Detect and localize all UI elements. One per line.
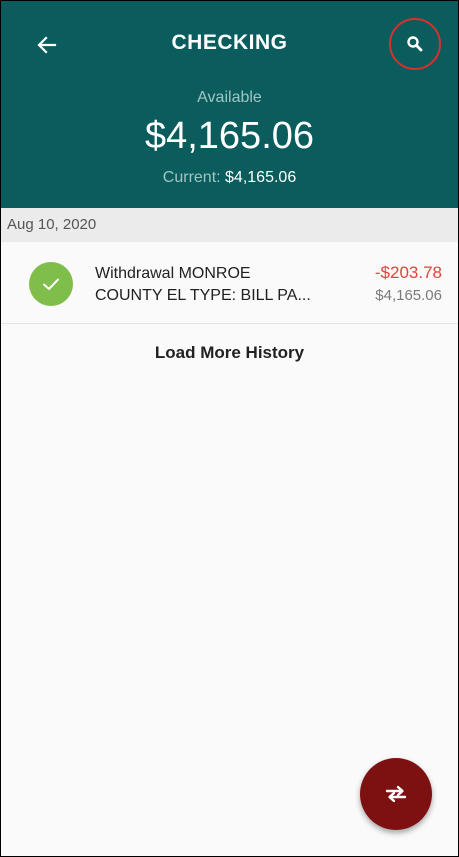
check-icon (43, 278, 59, 290)
transaction-row[interactable]: Withdrawal MONROE COUNTY EL TYPE: BILL P… (1, 242, 458, 324)
transaction-running-balance: $4,165.06 (375, 287, 442, 304)
current-label: Current: (162, 169, 226, 186)
search-button[interactable] (389, 18, 441, 70)
status-badge (29, 262, 73, 306)
current-balance-line: Current: $4,165.06 (1, 169, 458, 187)
search-icon (407, 36, 423, 52)
transaction-description-line2: COUNTY EL TYPE: BILL PA... (95, 287, 311, 304)
transaction-description-line1: Withdrawal MONROE (95, 265, 251, 282)
date-group-header: Aug 10, 2020 (1, 208, 458, 242)
date-group-label: Aug 10, 2020 (7, 216, 97, 233)
account-screen: CHECKING Available $4,165.06 Current: $4… (0, 0, 459, 857)
load-more-history-button[interactable]: Load More History (1, 343, 458, 363)
current-balance: $4,165.06 (225, 169, 297, 186)
account-header: CHECKING Available $4,165.06 Current: $4… (1, 1, 458, 208)
transaction-description: Withdrawal MONROE COUNTY EL TYPE: BILL P… (95, 263, 349, 307)
transaction-amount: -$203.78 (374, 263, 442, 282)
available-balance: $4,165.06 (144, 115, 315, 157)
transfer-icon (385, 785, 407, 803)
available-label: Available (197, 89, 262, 106)
transfer-button[interactable] (360, 758, 432, 830)
